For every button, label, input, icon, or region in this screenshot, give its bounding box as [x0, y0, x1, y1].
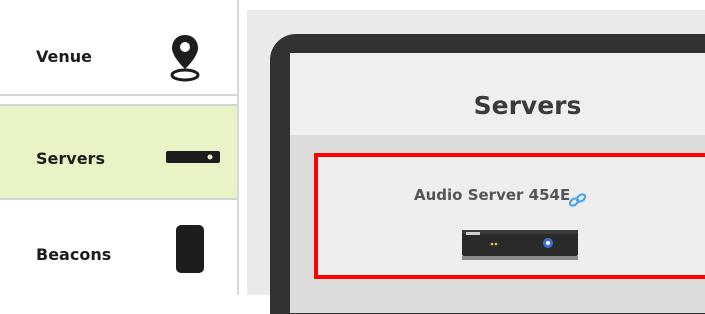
server-device-icon: [166, 151, 220, 163]
screen-header: Servers: [290, 53, 705, 135]
sidebar-item-beacons[interactable]: Beacons: [0, 200, 237, 296]
sidebar-item-venue[interactable]: Venue: [0, 0, 237, 96]
sidebar-item-label: Servers: [36, 149, 105, 168]
sidebar-item-label: Beacons: [36, 245, 112, 264]
sidebar-item-label: Venue: [36, 47, 92, 66]
server-card[interactable]: Audio Server 454E: [314, 153, 705, 279]
link-icon[interactable]: [568, 193, 588, 207]
beacon-device-icon: [176, 225, 204, 273]
sidebar: Venue Servers Beacons: [0, 0, 239, 295]
server-name: Audio Server 454E: [414, 186, 571, 204]
sidebar-item-servers[interactable]: Servers: [0, 104, 237, 200]
audio-server-device-icon: [462, 230, 578, 260]
page-title: Servers: [473, 91, 582, 120]
location-pin-icon: [170, 35, 200, 82]
